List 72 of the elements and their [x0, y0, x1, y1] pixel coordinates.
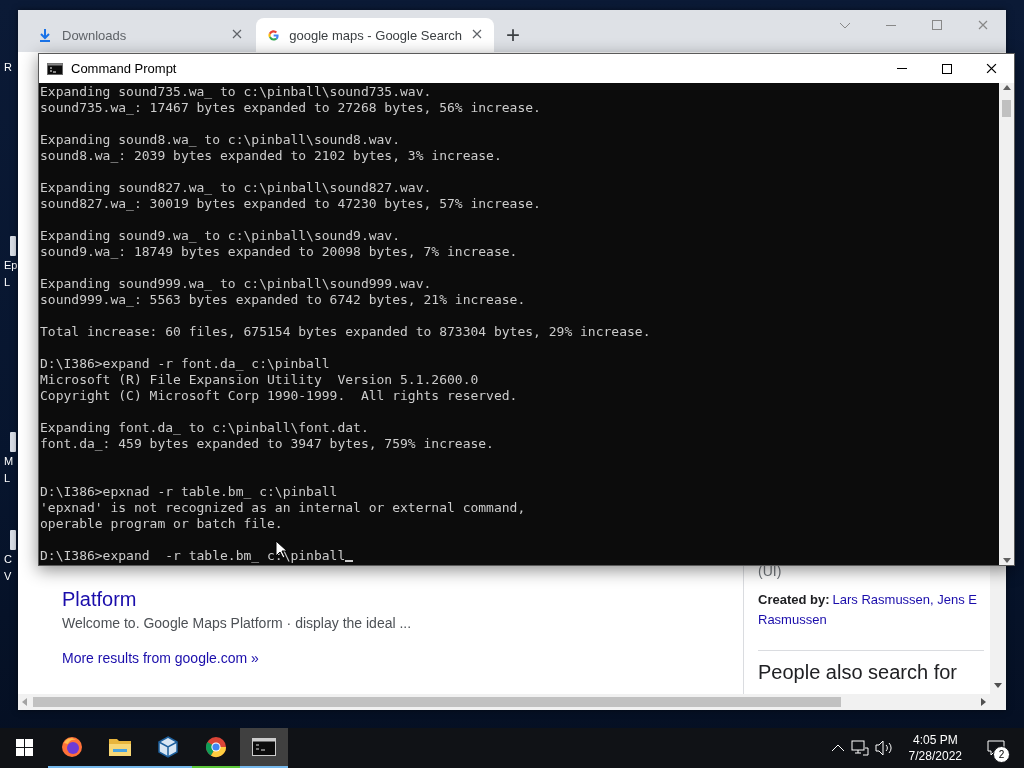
creators-link[interactable]: Lars Rasmussen, Jens E — [832, 590, 978, 610]
clock-time: 4:05 PM — [912, 732, 958, 748]
console-line: sound999.wa_: 5563 bytes expanded to 6742 bytes, 21% increase. — [40, 292, 526, 307]
console-line: Expanding sound8.wa_ to c:\pinball\sound8.wav. — [40, 132, 401, 147]
panel-note: (UI) — [758, 562, 782, 581]
google-icon — [268, 27, 280, 43]
console-line: sound9.wa_: 18749 bytes expanded to 20098 bytes, 7% increase. — [40, 244, 518, 259]
taskbar-button[interactable] — [240, 728, 288, 768]
browser-tab[interactable]: Downloads — [26, 18, 256, 52]
notification-count: 2 — [993, 746, 1010, 763]
console-line: D:\I386>expand -r font.da_ c:\pinball — [40, 356, 330, 371]
console-line: sound8.wa_: 2039 bytes expanded to 2102 bytes, 3% increase. — [40, 148, 502, 163]
window-title: Command Prompt — [71, 61, 177, 76]
console-line: sound735.wa_: 17467 bytes expanded to 27268 bytes, 56% increase. — [40, 100, 541, 115]
chevron-down-icon[interactable] — [839, 21, 851, 29]
console-line: Expanding sound999.wa_ to c:\pinball\sound999.wav. — [40, 276, 432, 291]
notification-button[interactable]: 2 — [976, 728, 1016, 768]
scroll-down-icon[interactable] — [1002, 558, 1011, 563]
network-icon[interactable] — [850, 740, 869, 756]
console-line: Microsoft (R) File Expansion Utility Version 5.1.2600.0 — [40, 372, 479, 387]
terminal-icon — [47, 62, 63, 75]
console-line: font.da_: 459 bytes expanded to 3947 bytes, 759% increase. — [40, 436, 494, 451]
result-title-link[interactable]: Platform — [62, 587, 137, 611]
cube-icon[interactable] — [156, 735, 180, 759]
tab-title: google maps - Google Search — [289, 27, 462, 43]
creators-link[interactable]: Rasmussen — [758, 610, 827, 630]
scroll-down-icon[interactable] — [994, 683, 1002, 688]
console-line: Expanding sound9.wa_ to c:\pinball\sound9.wav. — [40, 228, 401, 243]
console-line: 'epxnad' is not recognized as an internal or external command, — [40, 500, 526, 515]
chevron-up-icon[interactable] — [830, 744, 845, 752]
desktop-icon-label[interactable]: C — [4, 552, 12, 567]
more-results-link[interactable]: More results from google.com » — [62, 648, 259, 668]
tab-title: Downloads — [62, 27, 128, 43]
desktop-icon-label[interactable]: V — [4, 569, 12, 584]
minimize-icon[interactable] — [896, 68, 907, 69]
close-icon[interactable] — [986, 63, 997, 74]
scroll-right-icon[interactable] — [981, 698, 986, 706]
console-command[interactable]: D:\I386>expand -r table.bm_ c:\pinball — [40, 548, 346, 563]
desktop-icon-label[interactable]: L — [4, 471, 11, 486]
desktop-icon-label[interactable]: Ep — [4, 258, 18, 273]
scrollbar-thumb[interactable] — [1002, 100, 1011, 117]
horizontal-scrollbar[interactable] — [18, 694, 990, 710]
result-snippet: Welcome to. Google Maps Platform · display the ideal ... — [62, 614, 412, 633]
scroll-up-icon[interactable] — [1002, 85, 1011, 90]
console-line: D:\I386>epxnad -r table.bm_ c:\pinball — [40, 484, 338, 499]
terminal-icon[interactable] — [252, 738, 276, 756]
console-line: Expanding font.da_ to c:\pinball\font.dat. — [40, 420, 369, 435]
console-line: Copyright (C) Microsoft Corp 1990-1999. All rights reserved. — [40, 388, 518, 403]
console-line: sound827.wa_: 30019 bytes expanded to 47230 bytes, 57% increase. — [40, 196, 541, 211]
speaker-icon[interactable] — [874, 740, 895, 756]
console-scrollbar[interactable] — [999, 83, 1014, 565]
chrome-icon[interactable] — [204, 735, 228, 759]
maximize-icon[interactable] — [941, 63, 952, 74]
folder-icon[interactable] — [108, 736, 132, 758]
text-cursor — [345, 560, 354, 562]
close-icon[interactable] — [472, 29, 482, 39]
console-line: Expanding sound735.wa_ to c:\pinball\sound735.wav. — [40, 84, 432, 99]
console-line: operable program or batch file. — [40, 516, 283, 531]
desktop-icon-label[interactable]: L — [4, 275, 11, 290]
download-icon — [38, 28, 52, 42]
console-line: Total increase: 60 files, 675154 bytes expanded to 873304 bytes, 29% increase. — [40, 324, 651, 339]
new-tab-button[interactable]: + — [506, 18, 520, 52]
speech-bubble-icon — [987, 740, 1005, 756]
browser-tab[interactable]: google maps - Google Search — [256, 18, 494, 52]
created-by-label: Created by: — [758, 591, 830, 609]
clock-date: 7/28/2022 — [908, 748, 962, 764]
desktop-icon-label[interactable]: R — [4, 60, 12, 75]
console-line: Expanding sound827.wa_ to c:\pinball\sound827.wav. — [40, 180, 432, 195]
section-heading: People also search for — [758, 660, 957, 684]
desktop-icon-label[interactable]: M — [4, 454, 14, 469]
windows-start-icon[interactable] — [15, 738, 33, 756]
firefox-icon[interactable] — [60, 735, 84, 759]
